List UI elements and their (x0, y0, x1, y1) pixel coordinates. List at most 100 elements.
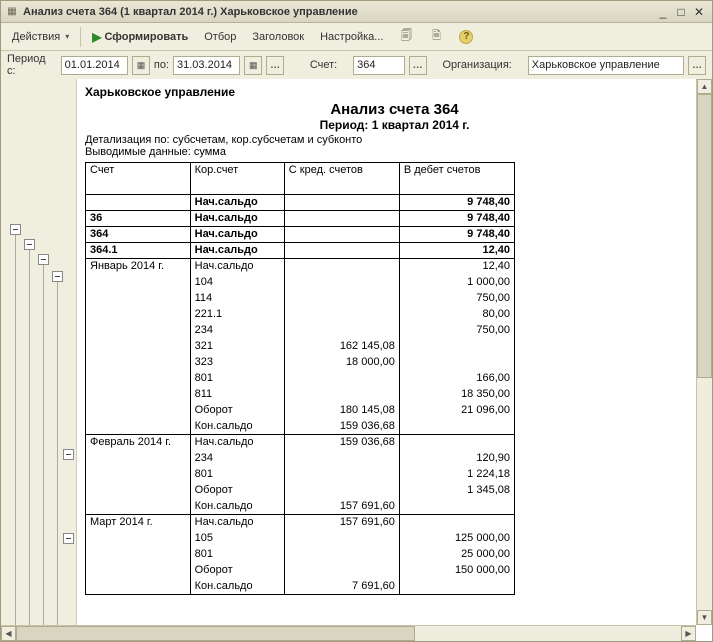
table-row[interactable]: Оборот180 145,0821 096,00 (86, 403, 515, 419)
tree-node[interactable] (52, 271, 63, 282)
tree-node[interactable] (63, 449, 74, 460)
table-row[interactable]: Февраль 2014 г.Нач.сальдо159 036,68 (86, 435, 515, 451)
header-button[interactable]: Заголовок (245, 28, 311, 46)
cell-credit (284, 323, 399, 339)
actions-menu[interactable]: Действия (5, 28, 76, 46)
table-row[interactable]: Оборот150 000,00 (86, 563, 515, 579)
maximize-button[interactable]: □ (672, 4, 690, 20)
filter-bar: Период с: 01.01.2014 ▦ по: 31.03.2014 ▦ … (1, 51, 712, 79)
tree-node[interactable] (38, 254, 49, 265)
table-row[interactable]: 8011 224,18 (86, 467, 515, 483)
cell-debit: 12,40 (399, 259, 514, 275)
scroll-right-icon[interactable]: ▶ (681, 626, 696, 641)
period-to-input[interactable]: 31.03.2014 (173, 56, 240, 75)
col-credit: С кред. счетов (284, 163, 399, 195)
cell-credit (284, 227, 399, 243)
table-row[interactable]: Оборот1 345,08 (86, 483, 515, 499)
cell-credit (284, 563, 399, 579)
save-settings-icon: 🗐 (399, 30, 413, 44)
cell-credit (284, 211, 399, 227)
cell-debit (399, 499, 514, 515)
table-row[interactable]: 234750,00 (86, 323, 515, 339)
table-row[interactable]: Кон.сальдо157 691,60 (86, 499, 515, 515)
table-row[interactable]: 114750,00 (86, 291, 515, 307)
table-row[interactable]: Январь 2014 г.Нач.сальдо12,40 (86, 259, 515, 275)
cell-debit: 1 000,00 (399, 275, 514, 291)
tree-node[interactable] (10, 224, 21, 235)
table-row[interactable]: 32318 000,00 (86, 355, 515, 371)
cell-debit: 166,00 (399, 371, 514, 387)
cell-cor: Кон.сальдо (190, 579, 284, 595)
account-label: Счет: (310, 59, 337, 71)
cell-credit: 157 691,60 (284, 515, 399, 531)
toolbar: Действия ▶ Сформировать Отбор Заголовок … (1, 23, 712, 51)
table-row[interactable]: Кон.сальдо159 036,68 (86, 419, 515, 435)
table-row[interactable]: 364Нач.сальдо9 748,40 (86, 227, 515, 243)
cell-credit: 180 145,08 (284, 403, 399, 419)
table-row[interactable]: 234120,90 (86, 451, 515, 467)
scroll-down-icon[interactable]: ▼ (697, 610, 712, 625)
scroll-thumb[interactable] (16, 626, 415, 641)
cell-debit: 750,00 (399, 291, 514, 307)
report-title: Анализ счета 364 (85, 101, 704, 118)
settings-button[interactable]: Настройка... (313, 28, 390, 46)
cell-credit: 7 691,60 (284, 579, 399, 595)
tool-icon-1[interactable]: 🗐 (392, 27, 420, 47)
scroll-up-icon[interactable]: ▲ (697, 79, 712, 94)
account-choose-button[interactable]: … (409, 56, 427, 75)
tool-icon-2[interactable]: 🗎 (422, 27, 450, 47)
help-button[interactable]: ? (452, 27, 480, 47)
cell-debit: 9 748,40 (399, 211, 514, 227)
tree-gutter (1, 79, 77, 641)
cell-debit (399, 515, 514, 531)
table-row[interactable]: 81118 350,00 (86, 387, 515, 403)
table-row[interactable]: 36Нач.сальдо9 748,40 (86, 211, 515, 227)
cell-cor: 801 (190, 547, 284, 563)
table-row[interactable]: Март 2014 г.Нач.сальдо157 691,60 (86, 515, 515, 531)
table-row[interactable]: 364.1Нач.сальдо12,40 (86, 243, 515, 259)
toolbar-separator (80, 27, 81, 47)
tree-node[interactable] (63, 533, 74, 544)
period-from-input[interactable]: 01.01.2014 (61, 56, 128, 75)
scroll-left-icon[interactable]: ◀ (1, 626, 16, 641)
report-body[interactable]: Харьковское управление Анализ счета 364 … (77, 79, 712, 641)
table-row[interactable]: 105125 000,00 (86, 531, 515, 547)
report-output: Выводимые данные: сумма (85, 146, 704, 158)
cell-debit (399, 339, 514, 355)
cell-credit (284, 451, 399, 467)
org-input[interactable]: Харьковское управление (528, 56, 684, 75)
table-row[interactable]: 321162 145,08 (86, 339, 515, 355)
cell-cor: Нач.сальдо (190, 515, 284, 531)
cell-account: 364.1 (86, 243, 191, 259)
table-row[interactable]: Кон.сальдо7 691,60 (86, 579, 515, 595)
form-button[interactable]: ▶ Сформировать (85, 27, 195, 47)
cell-credit (284, 387, 399, 403)
help-icon: ? (459, 30, 473, 44)
col-account: Счет (86, 163, 191, 195)
org-choose-button[interactable]: … (688, 56, 706, 75)
table-row[interactable]: Нач.сальдо9 748,40 (86, 195, 515, 211)
horizontal-scrollbar[interactable]: ◀ ▶ (1, 625, 696, 641)
tree-node[interactable] (24, 239, 35, 250)
period-to-picker[interactable]: ▦ (244, 56, 262, 75)
close-button[interactable]: ✕ (690, 4, 708, 20)
period-choose-button[interactable]: … (266, 56, 284, 75)
cell-cor: 801 (190, 371, 284, 387)
table-row[interactable]: 801 166,00 (86, 371, 515, 387)
table-row[interactable]: 1041 000,00 (86, 275, 515, 291)
scroll-thumb[interactable] (697, 94, 712, 378)
app-icon: ▦ (5, 5, 19, 19)
filter-button[interactable]: Отбор (197, 28, 243, 46)
table-row[interactable]: 221.180,00 (86, 307, 515, 323)
cell-credit (284, 259, 399, 275)
cell-account: Январь 2014 г. (86, 259, 191, 275)
vertical-scrollbar[interactable]: ▲ ▼ (696, 79, 712, 625)
account-input[interactable]: 364 (353, 56, 405, 75)
period-from-picker[interactable]: ▦ (132, 56, 150, 75)
cell-debit: 150 000,00 (399, 563, 514, 579)
report-area: Харьковское управление Анализ счета 364 … (1, 79, 712, 641)
cell-cor: 234 (190, 451, 284, 467)
minimize-button[interactable]: _ (654, 4, 672, 20)
window-title: Анализ счета 364 (1 квартал 2014 г.) Хар… (23, 6, 654, 18)
table-row[interactable]: 80125 000,00 (86, 547, 515, 563)
